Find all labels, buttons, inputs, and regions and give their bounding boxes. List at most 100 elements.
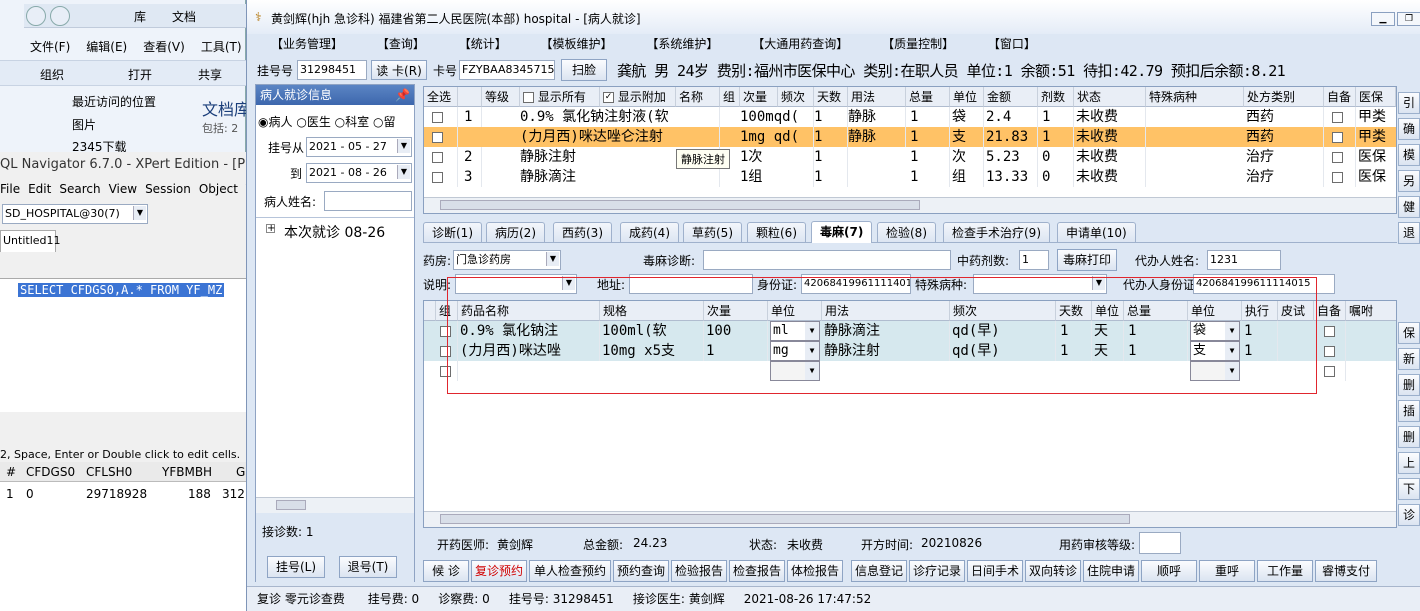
- pin-icon[interactable]: 📌: [395, 85, 410, 105]
- menu-query[interactable]: 【查询】: [377, 37, 425, 51]
- unregister-button[interactable]: 退号(T): [339, 556, 397, 578]
- menu-item[interactable]: Search: [59, 182, 100, 196]
- path-segment[interactable]: 库: [134, 8, 146, 25]
- date-to-picker[interactable]: 2021 - 08 - 26: [306, 163, 412, 183]
- show-extra-toggle[interactable]: 显示附加: [600, 87, 676, 107]
- menu-item[interactable]: File: [0, 182, 20, 196]
- menu-business[interactable]: 【业务管理】: [271, 37, 343, 51]
- radio-doctor[interactable]: ○医生: [296, 115, 331, 129]
- table-row-selected[interactable]: (力月西)咪达唑仑注射 1mg qd( 1 静脉 1 支 21.83 1 未收费…: [424, 127, 1396, 147]
- tab-western[interactable]: 西药(3): [553, 222, 612, 242]
- table-row[interactable]: 1 0.9% 氯化钠注射液(软 100mqd( 1 静脉 1 袋 2.4 1 未…: [424, 107, 1396, 127]
- read-card-button[interactable]: 读 卡(R): [371, 60, 427, 80]
- nav-pictures[interactable]: 图片: [72, 116, 96, 133]
- menu-template[interactable]: 【模板维护】: [541, 37, 613, 51]
- tab-granule[interactable]: 颗粒(6): [747, 222, 806, 242]
- tree-item-current-visit[interactable]: 本次就诊 08-26: [284, 222, 385, 242]
- tab-diagnosis[interactable]: 诊断(1): [423, 222, 482, 242]
- table-row[interactable]: 2 静脉注射 1次 1 1 次 5.23 0 未收费 治疗 医保: [424, 147, 1396, 167]
- tab-herb[interactable]: 草药(5): [683, 222, 742, 242]
- referral-button[interactable]: 双向转诊: [1025, 560, 1081, 582]
- organize-button[interactable]: 组织: [40, 66, 64, 83]
- treatment-record-button[interactable]: 诊疗记录: [909, 560, 965, 582]
- recall-button[interactable]: 重呼: [1199, 560, 1255, 582]
- tab-record[interactable]: 病历(2): [486, 222, 545, 242]
- menu-item[interactable]: Session: [145, 182, 191, 196]
- side-button-template[interactable]: 模板: [1398, 144, 1420, 166]
- menu-window[interactable]: 【窗口】: [988, 37, 1036, 51]
- path-segment[interactable]: 文档: [172, 8, 196, 25]
- waiting-button[interactable]: 候 诊: [423, 560, 469, 582]
- forward-icon[interactable]: [50, 6, 70, 26]
- audit-input[interactable]: [1139, 532, 1181, 554]
- grid-hscroll[interactable]: [424, 197, 1396, 213]
- menu-item[interactable]: Edit: [28, 182, 51, 196]
- face-scan-button[interactable]: 扫脸: [561, 59, 607, 81]
- minimize-button[interactable]: ▁: [1371, 12, 1395, 26]
- editor-tab[interactable]: Untitled11: [0, 230, 61, 252]
- tree-expand-icon[interactable]: +: [266, 224, 275, 234]
- pharmacy-select[interactable]: 门急诊药房: [453, 250, 561, 270]
- narcotic-diag-input[interactable]: [703, 250, 951, 270]
- left-hscroll[interactable]: [256, 497, 414, 513]
- menu-file[interactable]: 文件(F): [30, 40, 70, 54]
- herb-count-input[interactable]: 1: [1019, 250, 1049, 270]
- show-all-toggle[interactable]: 显示所有: [520, 87, 600, 107]
- side-button-save[interactable]: 保: [1398, 322, 1420, 344]
- tab-exam[interactable]: 检查手术治疗(9): [943, 222, 1050, 242]
- menu-item[interactable]: Object: [199, 182, 238, 196]
- menu-system[interactable]: 【系统维护】: [646, 37, 718, 51]
- menu-stats[interactable]: 【统计】: [459, 37, 507, 51]
- side-button-save-as[interactable]: 另存: [1398, 170, 1420, 192]
- explorer-address-bar[interactable]: 库 文档: [24, 4, 246, 28]
- menu-tools[interactable]: 工具(T): [201, 40, 242, 54]
- single-check-button[interactable]: 单人检查预约: [529, 560, 611, 582]
- patient-name-input[interactable]: [324, 191, 412, 211]
- col-select-all[interactable]: 全选: [424, 87, 458, 107]
- table-row[interactable]: 1 0 29718928 188 312: [0, 484, 246, 504]
- side-button-delete-rx[interactable]: 删除: [1398, 374, 1420, 396]
- back-icon[interactable]: [26, 6, 46, 26]
- tab-patent[interactable]: 成药(4): [620, 222, 679, 242]
- physical-report-button[interactable]: 体检报告: [787, 560, 843, 582]
- workload-button[interactable]: 工作量: [1257, 560, 1313, 582]
- table-row[interactable]: 3 静脉滴注 1组 1 1 组 13.33 0 未收费 治疗 医保: [424, 167, 1396, 187]
- day-surgery-button[interactable]: 日间手术: [967, 560, 1023, 582]
- agent-name-input[interactable]: 1231: [1207, 250, 1281, 270]
- menu-quality[interactable]: 【质量控制】: [882, 37, 954, 51]
- side-button-next[interactable]: 下一: [1398, 478, 1420, 500]
- drug-grid-hscroll[interactable]: [424, 511, 1396, 527]
- side-button-confirm[interactable]: 确: [1398, 118, 1420, 140]
- menu-item[interactable]: View: [109, 182, 137, 196]
- connection-select[interactable]: SD_HOSPITAL@30(7): [2, 204, 148, 224]
- side-button-prev[interactable]: 上一: [1398, 452, 1420, 474]
- reg-number-input[interactable]: 31298451: [297, 60, 367, 80]
- row-checkbox[interactable]: [432, 171, 443, 183]
- narcotic-print-button[interactable]: 毒麻打印: [1057, 249, 1117, 271]
- call-next-button[interactable]: 顺呼: [1141, 560, 1197, 582]
- appointment-query-button[interactable]: 预约查询: [613, 560, 669, 582]
- card-number-input[interactable]: FZYBAA8345715: [459, 60, 555, 80]
- side-button-return[interactable]: 退回: [1398, 222, 1420, 244]
- radio-patient[interactable]: ◉病人: [258, 115, 293, 129]
- restore-button[interactable]: ❐: [1397, 12, 1420, 26]
- menu-edit[interactable]: 编辑(E): [86, 40, 127, 54]
- radio-stay[interactable]: ○留: [373, 115, 396, 129]
- tab-narcotic[interactable]: 毒麻(7): [811, 221, 873, 243]
- date-from-picker[interactable]: 2021 - 05 - 27: [306, 137, 412, 157]
- side-button-new[interactable]: 新: [1398, 348, 1420, 370]
- lab-report-button[interactable]: 检验报告: [671, 560, 727, 582]
- nav-recent[interactable]: 最近访问的位置: [72, 93, 156, 110]
- side-button-quote[interactable]: 引用: [1398, 92, 1420, 114]
- side-button-delete[interactable]: 删: [1398, 426, 1420, 448]
- side-button-insert[interactable]: 插: [1398, 400, 1420, 422]
- radio-dept[interactable]: ○科室: [335, 115, 370, 129]
- row-checkbox[interactable]: [432, 151, 443, 163]
- register-button[interactable]: 挂号(L): [267, 556, 325, 578]
- tab-lab[interactable]: 检验(8): [877, 222, 936, 242]
- follow-up-button[interactable]: 复诊预约: [471, 560, 527, 582]
- side-button-diagnose[interactable]: 诊: [1398, 504, 1420, 526]
- side-button-health[interactable]: 健康: [1398, 196, 1420, 218]
- menu-view[interactable]: 查看(V): [143, 40, 185, 54]
- tab-request[interactable]: 申请单(10): [1057, 222, 1136, 242]
